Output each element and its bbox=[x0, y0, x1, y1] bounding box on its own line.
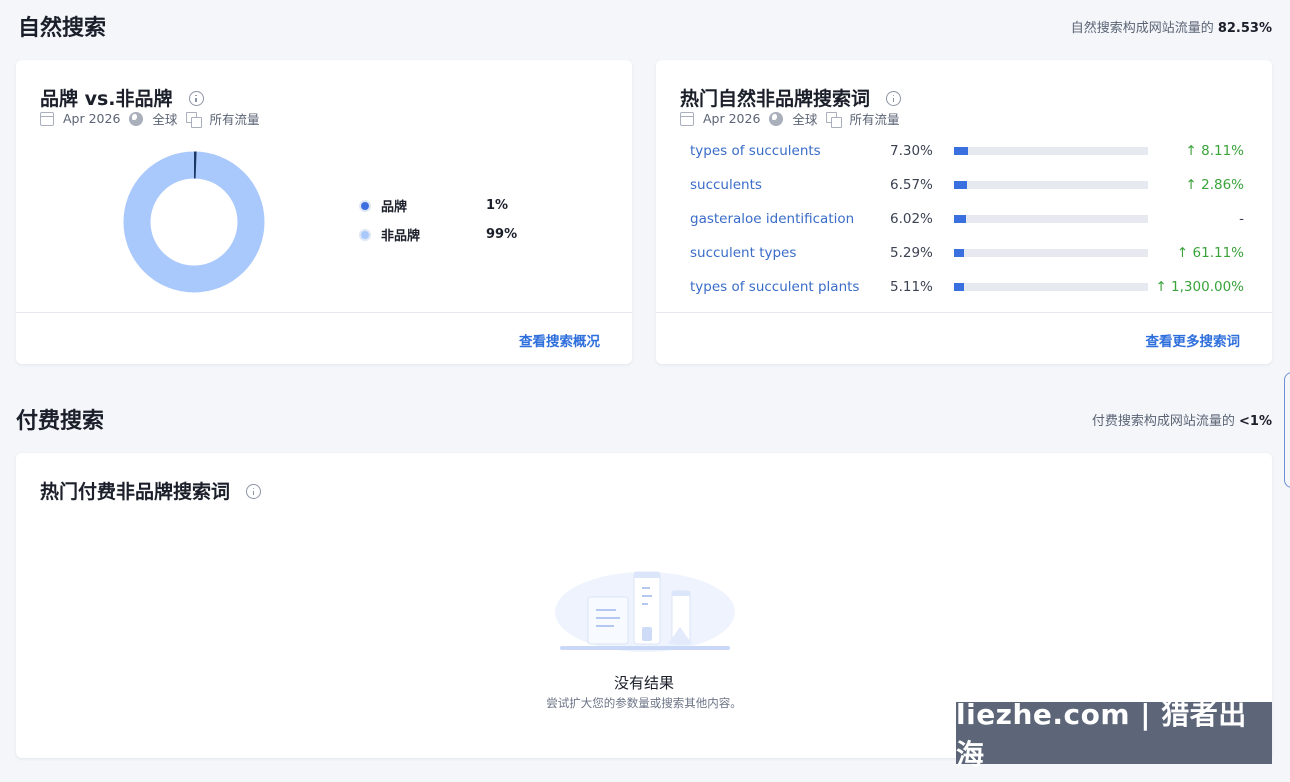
keyword-change: - bbox=[1148, 211, 1244, 227]
keyword-share-bar bbox=[954, 215, 1148, 223]
keyword-link[interactable]: types of succulent plants bbox=[690, 279, 890, 295]
meta-traffic: 所有流量 bbox=[209, 112, 260, 127]
keyword-row[interactable]: succulents 6.57% ↑ 2.86% bbox=[690, 175, 1244, 195]
organic-share-note: 自然搜索构成网站流量的 82.53% bbox=[1071, 17, 1272, 36]
keyword-link[interactable]: succulent types bbox=[690, 245, 890, 261]
keyword-change-value: 2.86% bbox=[1201, 177, 1244, 193]
keyword-share: 6.02% bbox=[890, 211, 933, 227]
keyword-change-value: - bbox=[1239, 211, 1244, 227]
brand-card-meta: Apr 2026 全球 所有流量 bbox=[40, 109, 268, 128]
top-organic-keywords-card: 热门自然非品牌搜索词 Apr 2026 全球 所有流量 types of suc… bbox=[656, 60, 1272, 364]
empty-state-illustration bbox=[555, 571, 735, 652]
card-divider bbox=[16, 312, 632, 313]
paid-share-value: <1% bbox=[1239, 414, 1272, 429]
keyword-row[interactable]: gasteraloe identification 6.02% - bbox=[690, 209, 1244, 229]
meta-traffic: 所有流量 bbox=[849, 112, 900, 127]
legend-label: 非品牌 bbox=[381, 229, 421, 244]
view-search-overview-link[interactable]: 查看搜索概况 bbox=[519, 330, 600, 350]
keyword-change: ↑ 1,300.00% bbox=[1148, 279, 1244, 295]
donut-slice-nonbrand[interactable] bbox=[123, 151, 265, 293]
legend-item-brand[interactable]: 品牌 1% bbox=[359, 196, 508, 215]
info-icon[interactable] bbox=[886, 91, 902, 106]
keyword-row[interactable]: types of succulents 7.30% ↑ 8.11% bbox=[690, 141, 1244, 161]
traffic-icon bbox=[186, 111, 203, 128]
organic-share-value: 82.53% bbox=[1217, 21, 1272, 36]
traffic-icon bbox=[826, 111, 843, 128]
arrow-up-icon: ↑ bbox=[1155, 279, 1172, 295]
keyword-share-bar bbox=[954, 147, 1148, 155]
brand-card-title-text: 品牌 vs.非品牌 bbox=[40, 88, 173, 110]
paid-section-title: 付费搜索 bbox=[16, 409, 105, 434]
globe-icon bbox=[769, 111, 784, 126]
meta-region: 全球 bbox=[792, 112, 818, 127]
legend-dot-nonbrand bbox=[359, 228, 371, 241]
empty-state-title: 没有结果 bbox=[613, 674, 674, 692]
keyword-share-bar bbox=[954, 249, 1148, 257]
paid-card-title-text: 热门付费非品牌搜索词 bbox=[40, 481, 231, 503]
keyword-change-value: 61.11% bbox=[1192, 245, 1244, 261]
paid-card-title: 热门付费非品牌搜索词 bbox=[40, 477, 262, 504]
keyword-row[interactable]: succulent types 5.29% ↑ 61.11% bbox=[690, 243, 1244, 263]
keyword-row[interactable]: types of succulent plants 5.11% ↑ 1,300.00… bbox=[690, 277, 1244, 297]
meta-date: Apr 2026 bbox=[63, 111, 121, 126]
meta-date: Apr 2026 bbox=[703, 111, 761, 126]
calendar-icon bbox=[40, 111, 54, 126]
card-divider bbox=[656, 312, 1272, 313]
keyword-share-bar-fill bbox=[954, 283, 964, 291]
paid-share-prefix: 付费搜索构成网站流量的 bbox=[1091, 414, 1235, 429]
calendar-icon bbox=[680, 111, 694, 126]
legend-dot-brand bbox=[359, 199, 371, 212]
side-panel-tab[interactable] bbox=[1284, 372, 1290, 488]
keyword-change: ↑ 2.86% bbox=[1148, 177, 1245, 193]
info-icon[interactable] bbox=[246, 484, 262, 499]
keyword-share-bar-fill bbox=[954, 181, 967, 189]
keyword-change-value: 1,300.00% bbox=[1171, 279, 1244, 295]
keyword-share: 5.29% bbox=[890, 245, 933, 261]
legend-value: 99% bbox=[486, 227, 518, 242]
keyword-share-bar bbox=[954, 181, 1148, 189]
keyword-change: ↑ 61.11% bbox=[1148, 245, 1244, 261]
arrow-up-icon: ↑ bbox=[1176, 245, 1193, 261]
keyword-share: 7.30% bbox=[890, 143, 933, 159]
keyword-share-bar-fill bbox=[954, 249, 964, 257]
keyword-share: 6.57% bbox=[890, 177, 933, 193]
view-more-keywords-link[interactable]: 查看更多搜索词 bbox=[1146, 330, 1241, 350]
legend-item-nonbrand[interactable]: 非品牌 99% bbox=[359, 225, 517, 244]
keyword-link[interactable]: gasteraloe identification bbox=[690, 211, 890, 227]
info-icon[interactable] bbox=[188, 91, 204, 106]
organic-share-prefix: 自然搜索构成网站流量的 bbox=[1070, 21, 1214, 36]
meta-region: 全球 bbox=[152, 112, 178, 127]
paid-share-note: 付费搜索构成网站流量的 <1% bbox=[1092, 410, 1272, 429]
brand-card-title: 品牌 vs.非品牌 bbox=[40, 84, 204, 111]
keyword-share: 5.11% bbox=[890, 279, 933, 295]
keywords-card-title-text: 热门自然非品牌搜索词 bbox=[680, 88, 871, 110]
keywords-card-title: 热门自然非品牌搜索词 bbox=[680, 84, 902, 111]
brand-donut-chart bbox=[123, 151, 265, 293]
organic-section-title: 自然搜索 bbox=[18, 16, 107, 41]
keyword-link[interactable]: types of succulents bbox=[690, 143, 890, 159]
keyword-change-value: 8.11% bbox=[1201, 143, 1244, 159]
legend-label: 品牌 bbox=[381, 200, 408, 215]
arrow-up-icon: ↑ bbox=[1185, 143, 1202, 159]
keywords-card-meta: Apr 2026 全球 所有流量 bbox=[680, 109, 908, 128]
arrow-up-icon: ↑ bbox=[1185, 177, 1202, 193]
keyword-change: ↑ 8.11% bbox=[1148, 143, 1245, 159]
legend-value: 1% bbox=[486, 198, 509, 213]
keyword-share-bar bbox=[954, 283, 1148, 291]
brand-vs-nonbrand-card: 品牌 vs.非品牌 Apr 2026 全球 所有流量 品牌 1% 非品牌 99%… bbox=[16, 60, 632, 364]
keyword-share-bar-fill bbox=[954, 215, 966, 223]
globe-icon bbox=[129, 111, 144, 126]
keyword-link[interactable]: succulents bbox=[690, 177, 890, 193]
watermark: liezhe.com | 猎者出海 bbox=[956, 698, 1272, 771]
keyword-share-bar-fill bbox=[954, 147, 968, 155]
